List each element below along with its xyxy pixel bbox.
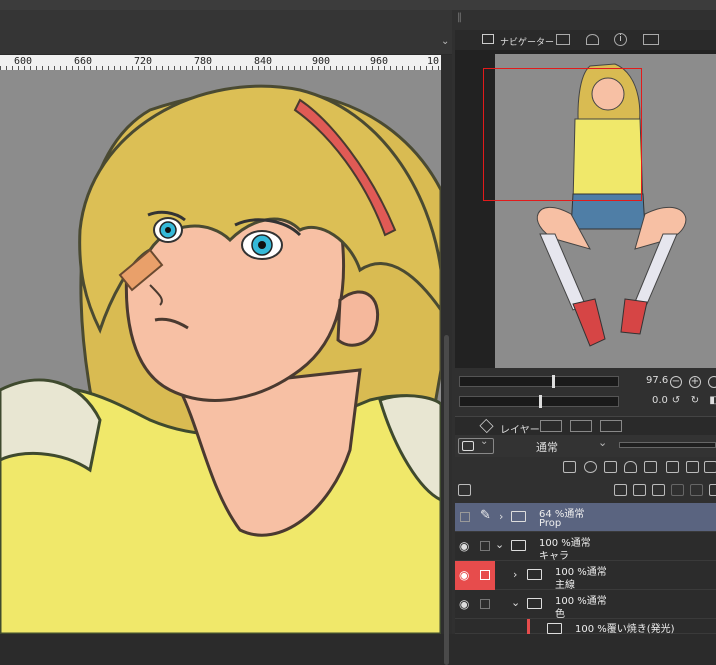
new-folder-icon[interactable] [652,484,665,496]
layer-row-lineart[interactable]: ◉ › 100 %通常 主線 [455,561,716,591]
folder-open-icon [511,540,526,551]
layer-row-chara[interactable]: ◉ ⌄ 100 %通常 キャラ [455,532,716,562]
illustration [0,84,441,634]
navigator-viewport-frame[interactable] [483,68,642,201]
layer-search-tab-icon[interactable] [570,420,592,432]
info-icon[interactable]: i [614,33,627,46]
chevron-right-icon[interactable]: › [513,568,517,581]
new-vector-layer-icon[interactable] [633,484,646,496]
layer-color-swatch-icon [462,441,474,451]
layer-opacity-blend: 100 %覆い焼き(発光) [575,624,675,635]
layer-row-dodge[interactable]: 100 %覆い焼き(発光) [455,619,716,635]
flip-icon[interactable]: ◧ [708,396,716,408]
layer-lock-toggle[interactable] [475,590,495,619]
draft-layer-icon[interactable] [604,461,617,473]
ruler-display-icon[interactable] [686,461,699,473]
eye-icon[interactable]: ◉ [455,532,475,561]
rotate-right-icon[interactable]: ↻ [689,396,701,408]
edit-pen-icon[interactable]: ✎ [475,503,495,532]
layer-name: 色 [555,609,565,620]
eye-icon[interactable]: ◉ [455,561,475,590]
canvas-tab-bar [0,10,452,54]
folder-icon [547,623,562,634]
visibility-toggle[interactable] [455,503,475,532]
folder-icon [511,511,526,522]
tab-layer[interactable]: レイヤー [500,421,540,436]
rotate-value: 0.0 [652,395,668,406]
layer-row-color[interactable]: ◉ ⌄ 100 %通常 色 [455,590,716,620]
chevron-down-icon[interactable]: ⌄ [495,538,504,551]
rotate-slider[interactable] [459,395,619,408]
navigator-icon[interactable] [482,34,494,44]
title-bar [0,0,716,10]
zoom-slider-knob[interactable] [552,375,555,388]
reference-layer-icon[interactable] [584,461,597,473]
create-mask-icon[interactable] [709,484,716,496]
layer-color-icon[interactable] [704,461,716,473]
history-icon[interactable] [643,34,659,45]
layer-name: キャラ [539,551,569,562]
rotate-left-icon[interactable]: ↺ [670,396,682,408]
transfer-down-icon[interactable] [671,484,684,496]
zoom-out-icon[interactable]: − [670,376,682,388]
blend-mode-value: 通常 [536,441,558,454]
chevron-down-icon[interactable]: ⌄ [441,36,449,47]
ruler-label: 900 [312,56,331,67]
item-bank-icon[interactable] [586,34,599,45]
zoom-value: 97.6 [646,375,669,386]
horizontal-ruler: 600 660 720 780 840 900 960 10 [0,55,441,70]
zoom-in-icon[interactable]: + [689,376,701,388]
layer-panel-menu-icon[interactable] [458,484,471,496]
layer-name: Prop [539,518,562,529]
animation-tab-icon[interactable] [600,420,622,432]
new-raster-layer-icon[interactable] [614,484,627,496]
layer-property-tab-icon[interactable] [540,420,562,432]
chevron-down-icon[interactable]: ⌄ [480,436,488,447]
lock-transparent-icon[interactable] [644,461,657,473]
eye-icon[interactable]: ◉ [455,590,475,619]
blend-mode-select[interactable]: 通常 ⌄ [498,436,614,454]
drawing-canvas[interactable] [0,70,441,634]
layer-row-prop[interactable]: ✎ › 64 %通常 Prop [455,503,716,532]
mask-enable-icon[interactable] [666,461,679,473]
sub-view-icon[interactable] [556,34,570,45]
panel-grip-icon[interactable]: ‖ [457,12,462,23]
rotate-slider-knob[interactable] [539,395,542,408]
combine-down-icon[interactable] [690,484,703,496]
opacity-slider[interactable] [619,442,716,448]
folder-icon [527,569,542,580]
layer-name: 主線 [555,580,575,591]
lock-icon[interactable] [624,461,637,473]
zoom-slider[interactable] [459,375,619,388]
chevron-down-icon: ⌄ [598,436,608,449]
fit-view-icon[interactable] [708,376,716,388]
chevron-right-icon[interactable]: › [499,510,503,523]
clipping-indicator [527,619,530,634]
clip-layer-icon[interactable] [563,461,576,473]
scrollbar-thumb[interactable] [444,335,449,665]
folder-open-icon [527,598,542,609]
layer-lock-toggle[interactable] [475,561,495,590]
layer-lock-toggle[interactable] [475,532,495,561]
chevron-down-icon[interactable]: ⌄ [511,596,520,609]
canvas-vertical-scrollbar[interactable] [441,55,452,665]
tab-navigator[interactable]: ナビゲーター [500,35,554,51]
